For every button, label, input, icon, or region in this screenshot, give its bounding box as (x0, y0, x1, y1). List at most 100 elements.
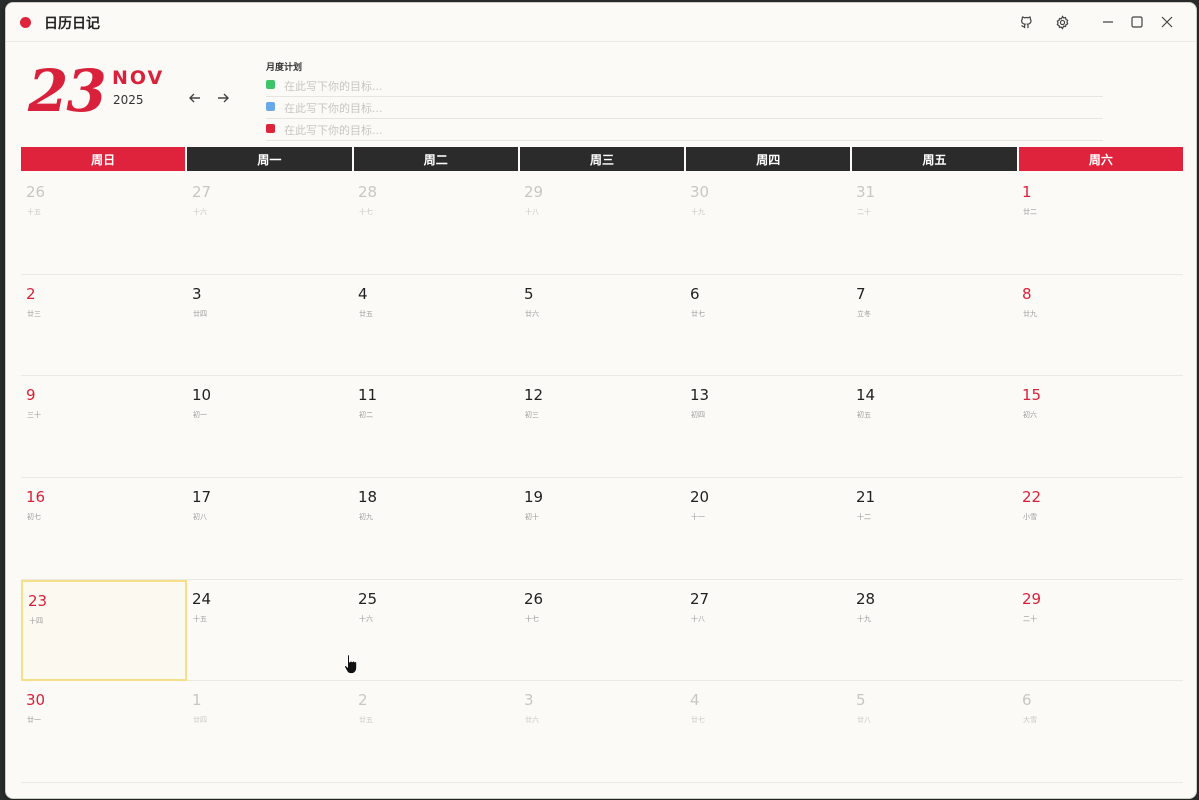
day-cell[interactable]: 19 初十 (519, 478, 685, 580)
lunar-date: 初六 (1023, 411, 1037, 420)
day-cell[interactable]: 2 廿三 (21, 275, 187, 377)
day-cell[interactable]: 29 十八 (519, 173, 685, 275)
lunar-date: 十一 (691, 512, 705, 521)
day-number: 12 (524, 386, 544, 405)
goal-input-3[interactable] (282, 120, 1086, 140)
day-cell[interactable]: 9 三十 (21, 376, 187, 478)
day-cell[interactable]: 30 廿一 (21, 681, 187, 783)
day-number: 6 (690, 284, 700, 303)
day-cell[interactable]: 31 二十 (851, 173, 1017, 275)
day-cell[interactable]: 17 初八 (187, 478, 353, 580)
prev-month-arrow-icon[interactable] (185, 88, 205, 108)
goal-input-1[interactable] (282, 76, 1086, 96)
day-number: 13 (690, 386, 710, 405)
day-number: 5 (856, 691, 866, 710)
day-cell[interactable]: 6 大雪 (1017, 681, 1183, 783)
hand-cursor-icon (344, 654, 357, 674)
day-number: 19 (524, 487, 544, 506)
maximize-icon[interactable] (1126, 11, 1148, 33)
day-cell[interactable]: 29 二十 (1017, 580, 1183, 682)
day-cell[interactable]: 20 十一 (685, 478, 851, 580)
day-cell[interactable]: 3 廿六 (519, 681, 685, 783)
day-number: 14 (856, 386, 876, 405)
minimize-icon[interactable] (1097, 11, 1119, 33)
lunar-date: 十七 (359, 208, 373, 216)
day-cell[interactable]: 28 十七 (353, 173, 519, 275)
day-cell[interactable]: 8 廿九 (1017, 275, 1183, 377)
day-cell[interactable]: 18 初九 (353, 478, 519, 580)
goal-color-swatch (266, 124, 275, 133)
day-number: 24 (192, 589, 212, 608)
day-number: 10 (192, 386, 212, 405)
day-cell[interactable]: 5 廿八 (851, 681, 1017, 783)
lunar-date: 十九 (691, 208, 705, 216)
day-cell[interactable]: 28 十九 (851, 580, 1017, 682)
day-number: 8 (1022, 284, 1032, 303)
day-cell[interactable]: 22 小雪 (1017, 478, 1183, 580)
day-cell[interactable]: 5 廿六 (519, 275, 685, 377)
day-cell[interactable]: 30 十九 (685, 173, 851, 275)
app-logo-icon (20, 17, 31, 28)
day-number: 18 (358, 487, 378, 506)
weekday-header-row: 周日 周一 周二 周三 周四 周五 周六 (21, 147, 1183, 171)
day-cell[interactable]: 3 廿四 (187, 275, 353, 377)
lunar-date: 二十 (857, 208, 871, 216)
day-cell[interactable]: 10 初一 (187, 376, 353, 478)
lunar-date: 初十 (525, 512, 539, 521)
day-cell[interactable]: 1 廿四 (187, 681, 353, 783)
lunar-date: 廿二 (1023, 208, 1037, 216)
lunar-date: 初四 (691, 411, 705, 420)
day-cell[interactable]: 12 初三 (519, 376, 685, 478)
day-cell[interactable]: 24 十五 (187, 580, 353, 682)
lunar-date: 廿一 (27, 716, 41, 725)
day-cell[interactable]: 27 十六 (187, 173, 353, 275)
weekday-saturday: 周六 (1018, 147, 1183, 171)
day-number: 20 (690, 487, 710, 506)
current-year: 2025 (113, 93, 144, 107)
day-cell[interactable]: 1 廿二 (1017, 173, 1183, 275)
day-cell[interactable]: 4 廿五 (353, 275, 519, 377)
day-cell[interactable]: 26 十七 (519, 580, 685, 682)
close-icon[interactable] (1156, 11, 1178, 33)
lunar-date: 十七 (525, 614, 539, 623)
day-cell[interactable]: 14 初五 (851, 376, 1017, 478)
lunar-date: 十二 (857, 512, 871, 521)
lunar-date: 廿六 (525, 309, 539, 318)
day-number: 29 (524, 183, 544, 201)
lunar-date: 十六 (359, 614, 373, 623)
day-number: 27 (690, 589, 710, 608)
day-cell[interactable]: 27 十八 (685, 580, 851, 682)
day-number: 11 (358, 386, 378, 405)
day-cell[interactable]: 13 初四 (685, 376, 851, 478)
gear-icon[interactable] (1051, 11, 1073, 33)
day-number: 3 (192, 284, 202, 303)
next-month-arrow-icon[interactable] (213, 88, 233, 108)
goal-input-2[interactable] (282, 98, 1086, 118)
day-number: 9 (26, 386, 36, 405)
title-bar: 日历日记 (6, 3, 1196, 42)
lunar-date: 十六 (193, 208, 207, 216)
day-cell[interactable]: 7 立冬 (851, 275, 1017, 377)
lunar-date: 立冬 (857, 309, 871, 318)
lunar-date: 小雪 (1023, 512, 1037, 521)
github-icon[interactable] (1015, 11, 1037, 33)
day-cell[interactable]: 4 廿七 (685, 681, 851, 783)
day-cell[interactable]: 16 初七 (21, 478, 187, 580)
day-cell[interactable]: 25 十六 (353, 580, 519, 682)
day-number: 16 (26, 487, 46, 506)
day-cell-today[interactable]: 23 十四 (21, 579, 187, 682)
goal-row (266, 96, 1103, 119)
day-cell[interactable]: 15 初六 (1017, 376, 1183, 478)
weekday-monday: 周一 (187, 147, 352, 171)
day-cell[interactable]: 26 十五 (21, 173, 187, 275)
lunar-date: 初七 (27, 512, 41, 521)
lunar-date: 初八 (193, 512, 207, 521)
day-cell[interactable]: 11 初二 (353, 376, 519, 478)
lunar-date: 廿七 (691, 716, 705, 725)
day-cell[interactable]: 6 廿七 (685, 275, 851, 377)
day-cell[interactable]: 2 廿五 (353, 681, 519, 783)
day-number: 28 (358, 183, 378, 201)
lunar-date: 廿四 (193, 309, 207, 318)
day-cell[interactable]: 21 十二 (851, 478, 1017, 580)
day-number: 22 (1022, 487, 1042, 506)
